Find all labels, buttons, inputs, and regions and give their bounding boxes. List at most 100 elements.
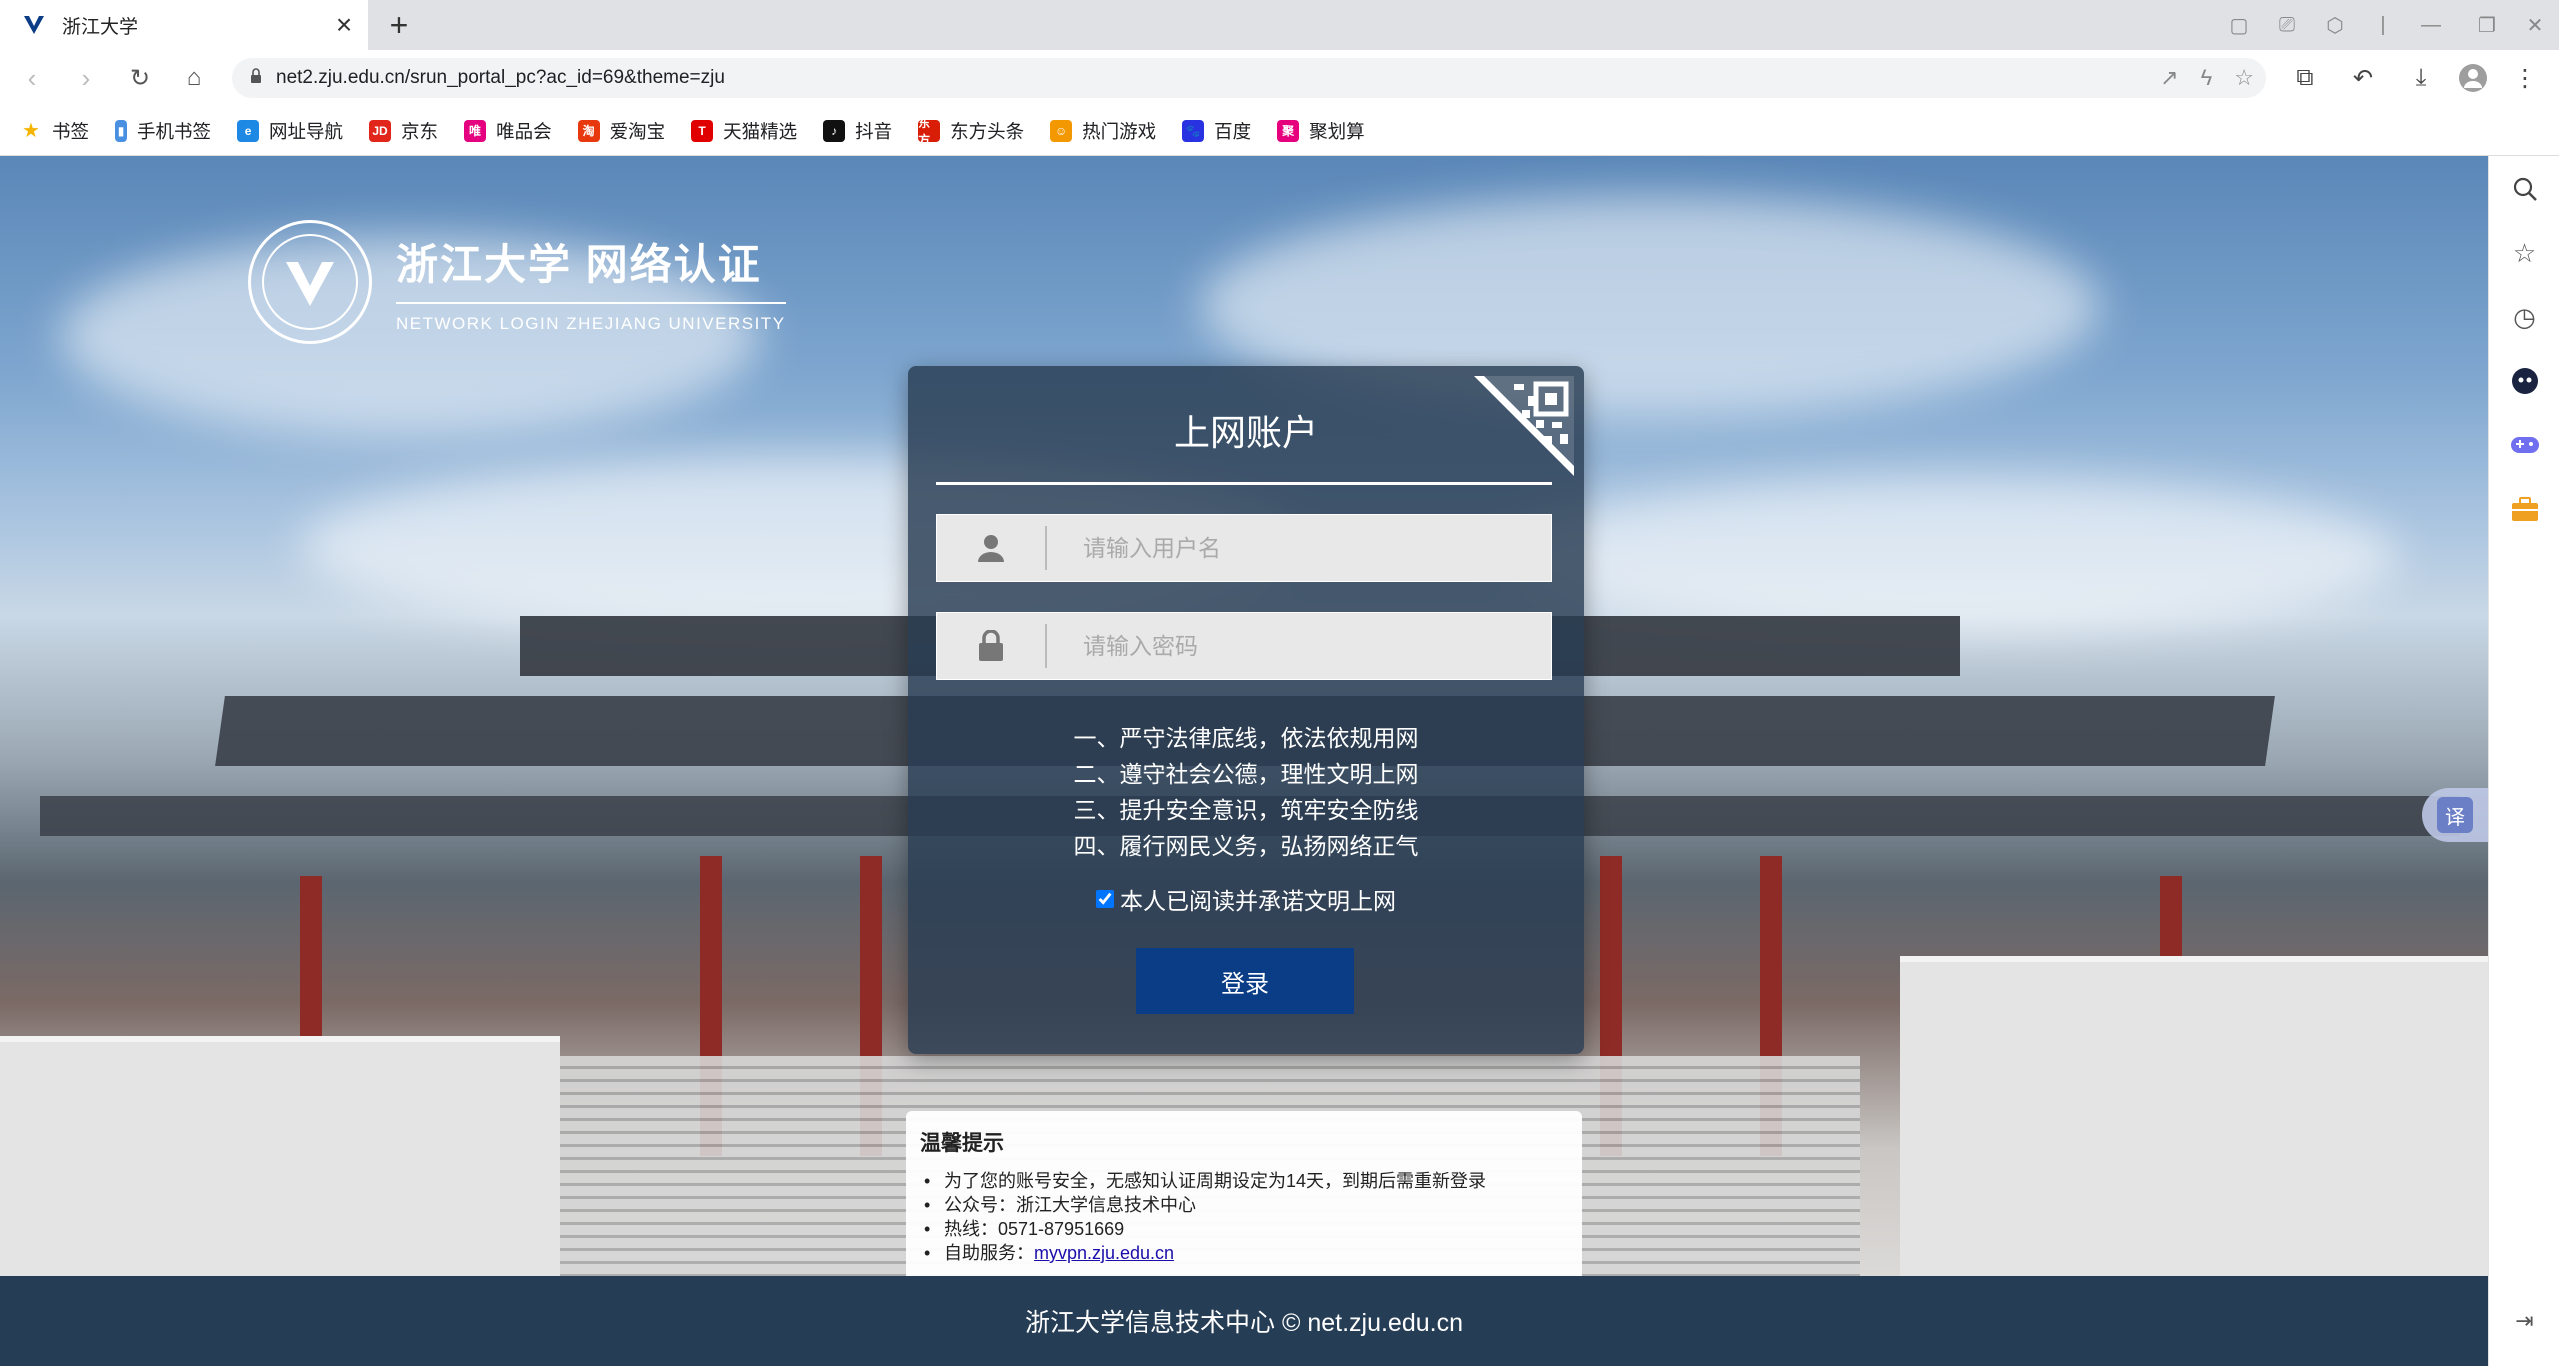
- password-field[interactable]: [936, 612, 1552, 680]
- translate-button[interactable]: 译: [2422, 788, 2488, 842]
- bookmark-label: 百度: [1214, 120, 1252, 142]
- forward-icon[interactable]: ›: [66, 58, 106, 98]
- browser-toolbar: ‹ › ↻ ⌂ net2.zju.edu.cn/srun_portal_pc?a…: [0, 50, 2559, 106]
- share-icon[interactable]: ↗: [2160, 65, 2178, 91]
- page-footer: 浙江大学信息技术中心 © net.zju.edu.cn: [0, 1276, 2488, 1366]
- username-field[interactable]: [936, 514, 1552, 582]
- bookmarks-bar: ★ 书签 ▮ 手机书签 e 网址导航 JD 京东唯唯品会淘爱淘宝 T 天猫精选 ♪ 抖音 东方 东方头条 ☺…: [0, 106, 2559, 156]
- favorites-star-icon[interactable]: ☆: [2489, 228, 2559, 278]
- tip-item: 为了您的账号安全，无感知认证周期设定为14天，到期后需重新登录: [920, 1169, 1568, 1193]
- login-panel: 上网账户 一、严守法律底线，依法依规用网 二、遵守社会公德，理性文明上网 三、提…: [908, 366, 1584, 1054]
- bookmark-item[interactable]: ♪ 抖音: [823, 118, 892, 144]
- zju-seal-icon: [248, 220, 372, 344]
- lock-icon: [250, 67, 262, 89]
- toolbox-icon[interactable]: [2489, 484, 2559, 534]
- bookmark-label: 天猫精选: [723, 120, 798, 142]
- tip-item: 热线：0571-87951669: [920, 1217, 1568, 1241]
- address-bar[interactable]: net2.zju.edu.cn/srun_portal_pc?ac_id=69&…: [232, 58, 2266, 98]
- user-icon: [937, 526, 1047, 570]
- bookmark-label: 唯品会: [496, 120, 552, 142]
- self-service-link[interactable]: myvpn.zju.edu.cn: [1034, 1243, 1174, 1263]
- close-window-icon[interactable]: ✕: [2511, 0, 2559, 50]
- zju-favicon-icon: [22, 13, 46, 37]
- bookmark-item[interactable]: ★ 书签: [20, 118, 89, 144]
- bookmark-label: 抖音: [855, 120, 893, 142]
- bookmark-item[interactable]: 聚聚划算: [1277, 118, 1365, 144]
- bookmark-label: 聚划算: [1309, 120, 1365, 142]
- logo-title: 浙江大学 网络认证: [396, 231, 786, 304]
- bookmark-favicon-icon: ☺: [1050, 119, 1073, 142]
- minimize-icon[interactable]: —: [2407, 0, 2455, 50]
- bookmark-item[interactable]: e 网址导航: [237, 118, 343, 144]
- bookmark-favicon-icon: ★: [22, 120, 40, 142]
- bookmark-favicon-icon: JD: [369, 119, 392, 142]
- bookmark-favicon-icon: 东方: [918, 116, 941, 147]
- browser-tab[interactable]: 浙江大学 ×: [0, 0, 368, 50]
- star-bookmark-icon[interactable]: ☆: [2234, 65, 2254, 91]
- self-service-prefix: 自助服务：: [944, 1243, 1034, 1263]
- bookmark-item[interactable]: T 天猫精选: [691, 118, 797, 144]
- bookmark-favicon-icon: 🐾: [1182, 119, 1205, 142]
- restore-icon[interactable]: ❐: [2463, 0, 2511, 50]
- reload-icon[interactable]: ↻: [120, 58, 160, 98]
- bookmark-item[interactable]: ▮ 手机书签: [115, 118, 211, 144]
- undo-menu-icon[interactable]: ↶: [2341, 58, 2385, 98]
- zju-logo: 浙江大学 网络认证 NETWORK LOGIN ZHEJIANG UNIVERS…: [248, 220, 786, 344]
- bookmark-favicon-icon: 聚: [1277, 119, 1300, 142]
- url-text: net2.zju.edu.cn/srun_portal_pc?ac_id=69&…: [276, 67, 725, 88]
- collections-icon[interactable]: ⎚: [2263, 0, 2311, 50]
- conduct-rules: 一、严守法律底线，依法依规用网 二、遵守社会公德，理性文明上网 三、提升安全意识…: [908, 720, 1584, 864]
- extensions-icon[interactable]: ⬡: [2311, 0, 2359, 50]
- bookmark-item[interactable]: 淘爱淘宝: [577, 118, 666, 144]
- history-clock-icon[interactable]: ◷: [2489, 292, 2559, 342]
- menu-icon[interactable]: ⋮: [2503, 58, 2547, 98]
- rule-line: 四、履行网民义务，弘扬网络正气: [1073, 833, 1419, 859]
- bookmark-favicon-icon: ♪: [823, 119, 846, 142]
- bookmark-label: 东方头条: [950, 120, 1025, 142]
- agree-checkbox[interactable]: [1096, 890, 1114, 908]
- tip-item: 公众号：浙江大学信息技术中心: [920, 1193, 1568, 1217]
- translate-icon: 译: [2437, 797, 2473, 833]
- bookmark-item[interactable]: ☺ 热门游戏: [1050, 118, 1156, 144]
- bookmark-favicon-icon: 唯: [464, 119, 487, 142]
- bookmark-item[interactable]: 东方 东方头条: [918, 116, 1025, 147]
- tab-close-icon[interactable]: ×: [328, 9, 360, 41]
- separator-icon: |: [2380, 13, 2386, 36]
- bookmark-label: 爱淘宝: [609, 120, 666, 142]
- lightning-icon[interactable]: ϟ: [2201, 65, 2213, 91]
- portal-page: 浙江大学 网络认证 NETWORK LOGIN ZHEJIANG UNIVERS…: [0, 156, 2488, 1366]
- game-controller-icon[interactable]: [2489, 420, 2559, 470]
- bookmark-favicon-icon: e: [237, 119, 260, 142]
- new-tab-button[interactable]: +: [380, 6, 418, 44]
- assistant-bot-icon[interactable]: [2489, 356, 2559, 406]
- rule-line: 三、提升安全意识，筑牢安全防线: [1073, 797, 1419, 823]
- back-icon[interactable]: ‹: [12, 58, 52, 98]
- tab-bar: 浙江大学 × + ▢ ⎚ ⬡ | — ❐ ✕: [0, 0, 2559, 50]
- login-title: 上网账户: [1173, 412, 1318, 453]
- password-input[interactable]: [1047, 632, 1527, 660]
- reading-view-icon[interactable]: ▢: [2215, 0, 2263, 50]
- browser-sidebar: ☆ ◷ ⇥: [2488, 156, 2559, 1366]
- rule-line: 二、遵守社会公德，理性文明上网: [1073, 761, 1419, 787]
- login-button[interactable]: 登录: [1136, 948, 1354, 1014]
- rule-line: 一、严守法律底线，依法依规用网: [1073, 725, 1419, 751]
- bookmark-item[interactable]: JD 京东: [369, 118, 438, 144]
- bookmark-item[interactable]: 🐾 百度: [1182, 118, 1251, 144]
- logo-subtitle: NETWORK LOGIN ZHEJIANG UNIVERSITY: [396, 313, 786, 333]
- profile-avatar-icon[interactable]: [2451, 58, 2495, 98]
- search-icon[interactable]: [2489, 164, 2559, 214]
- tip-item: 自助服务：myvpn.zju.edu.cn: [920, 1241, 1568, 1265]
- home-icon[interactable]: ⌂: [174, 58, 214, 98]
- bookmark-label: 热门游戏: [1082, 120, 1157, 142]
- collapse-sidebar-icon[interactable]: ⇥: [2489, 1296, 2559, 1346]
- bookmark-favicon-icon: ▮: [115, 119, 128, 142]
- bookmark-label: 手机书签: [137, 120, 212, 142]
- agree-option[interactable]: 本人已阅读并承诺文明上网: [908, 882, 1584, 916]
- bookmark-favicon-icon: T: [691, 119, 714, 142]
- bookmark-item[interactable]: 唯唯品会: [464, 118, 552, 144]
- download-icon[interactable]: ⤓: [2399, 58, 2443, 98]
- bookmark-favicon-icon: 淘: [577, 119, 600, 142]
- tips-title: 温馨提示: [920, 1132, 1004, 1155]
- username-input[interactable]: [1047, 534, 1527, 562]
- extension-puzzle-icon[interactable]: ⧉: [2283, 58, 2327, 98]
